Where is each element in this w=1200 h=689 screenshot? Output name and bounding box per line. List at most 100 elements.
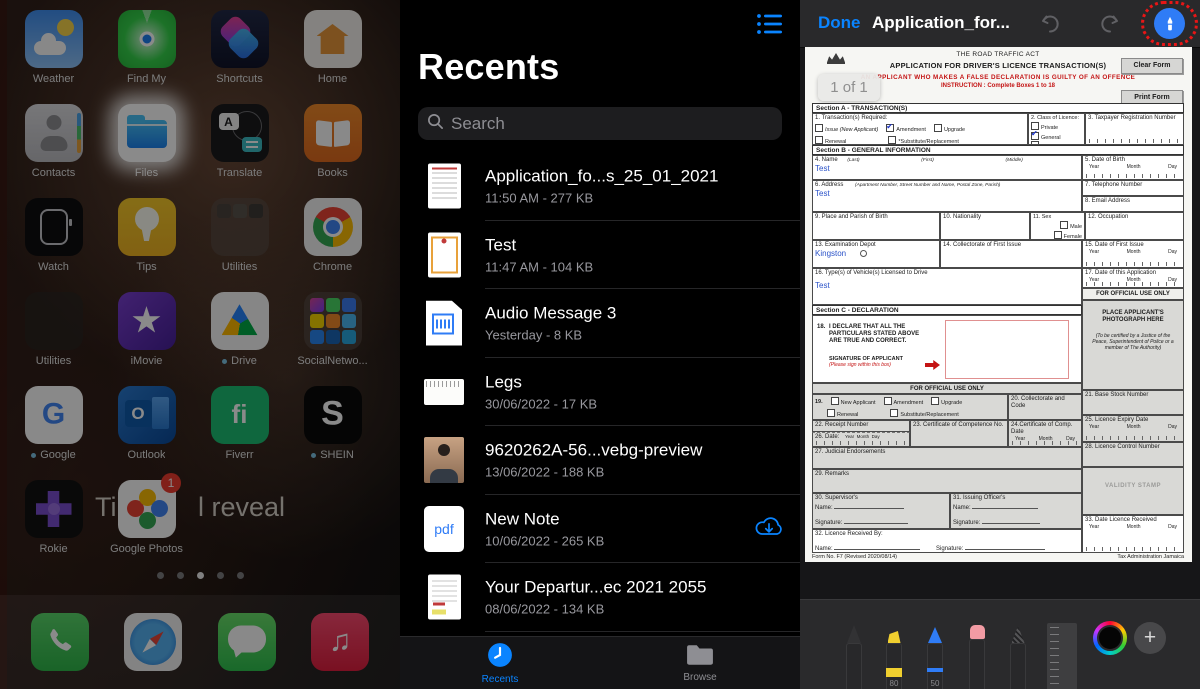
- icloud-download-icon[interactable]: [754, 514, 784, 543]
- done-button[interactable]: Done: [818, 13, 861, 33]
- field-examination-depot[interactable]: 13. Examination Depot Kingston: [812, 240, 940, 268]
- field-place-of-birth[interactable]: 9. Place and Parish of Birth: [812, 212, 940, 240]
- home-page-dots[interactable]: [0, 572, 400, 579]
- checkbox-renewal[interactable]: [815, 136, 823, 144]
- app-google-photos[interactable]: 1 Google Photos: [100, 480, 193, 574]
- field-address[interactable]: 6. Address (Apartment Number, Street Num…: [812, 180, 1082, 212]
- app-tips[interactable]: Tips: [100, 198, 193, 292]
- checkbox-amendment-checked[interactable]: [886, 124, 894, 132]
- field-32-licence-received: 32. Licence Received By: Name: Signature…: [812, 529, 1082, 553]
- field-taxpayer-number[interactable]: 3. Taxpayer Registration Number: [1085, 113, 1184, 145]
- app-files[interactable]: Files: [100, 104, 193, 198]
- app-outlook[interactable]: O Outlook: [100, 386, 193, 480]
- checkbox-19-substitute[interactable]: [890, 409, 898, 417]
- pen-tool[interactable]: [846, 625, 862, 689]
- checkbox-19-renewal[interactable]: [827, 409, 835, 417]
- redo-icon[interactable]: [1098, 12, 1122, 36]
- field-name[interactable]: 4. Name (Last) (First) (Middle) Test: [812, 155, 1082, 180]
- safari-app-icon[interactable]: [124, 613, 182, 671]
- file-row-legs[interactable]: Legs 30/06/2022 - 17 KB: [400, 358, 800, 427]
- checkbox-19-upgrade[interactable]: [931, 397, 939, 405]
- field-vehicle-types[interactable]: 16. Type(s) of Vehicle(s) Licensed to Dr…: [812, 268, 1082, 305]
- signature-box[interactable]: [945, 320, 1069, 379]
- checkbox-issue[interactable]: [815, 124, 823, 132]
- checkbox-19-amendment[interactable]: [884, 397, 892, 405]
- file-row-audio-message[interactable]: Audio Message 3 Yesterday - 8 KB: [400, 289, 800, 358]
- checkbox-male[interactable]: [1060, 221, 1068, 229]
- search-input[interactable]: Search: [418, 107, 782, 140]
- depot-picker-icon[interactable]: [860, 250, 867, 257]
- app-imovie[interactable]: ★ iMovie: [100, 292, 193, 386]
- app-books[interactable]: Books: [286, 104, 379, 198]
- list-view-button[interactable]: [756, 12, 784, 36]
- field-date-of-application[interactable]: 17. Date of this Application YearMonthDa…: [1082, 268, 1184, 288]
- file-row-new-note[interactable]: pdf New Note 10/06/2022 - 265 KB: [400, 495, 800, 564]
- page-dot: [217, 572, 224, 579]
- messages-app-icon[interactable]: [218, 613, 276, 671]
- page-dot-active: [197, 572, 204, 579]
- folder-socialnetwork[interactable]: SocialNetwo...: [286, 292, 379, 386]
- app-label: Translate: [217, 167, 262, 179]
- tab-browse[interactable]: Browse: [600, 637, 800, 689]
- checkbox-upgrade[interactable]: [934, 124, 942, 132]
- music-app-icon[interactable]: ♫: [311, 613, 369, 671]
- checkbox-female[interactable]: [1054, 231, 1062, 239]
- address-value: Test: [815, 189, 1079, 198]
- app-google[interactable]: G Google: [7, 386, 100, 480]
- ruler-tool[interactable]: [1047, 623, 1077, 689]
- phone-app-icon[interactable]: [31, 613, 89, 671]
- app-shortcuts[interactable]: Shortcuts: [193, 10, 286, 104]
- file-row-departure[interactable]: Your Departur...ec 2021 2055 08/06/2022 …: [400, 563, 800, 632]
- markup-pen-button[interactable]: [1154, 8, 1185, 39]
- undo-icon[interactable]: [1038, 12, 1062, 36]
- app-shein[interactable]: S SHEIN: [286, 386, 379, 480]
- drive-app-icon: [211, 292, 269, 350]
- checkbox-substitute[interactable]: [888, 136, 896, 144]
- file-row-application-form[interactable]: Application_fo...s_25_01_2021 11:50 AM -…: [400, 152, 800, 221]
- file-name: Legs: [485, 372, 597, 392]
- app-drive[interactable]: Drive: [193, 292, 286, 386]
- tips-app-icon: [118, 198, 176, 256]
- app-contacts[interactable]: Contacts: [7, 104, 100, 198]
- file-thumbnail: [424, 232, 464, 277]
- translate-app-icon: A: [211, 104, 269, 162]
- checkbox-general-checked[interactable]: [1031, 132, 1039, 140]
- app-label: Books: [317, 167, 348, 179]
- folder-utilities[interactable]: Utilities: [193, 198, 286, 292]
- app-chrome[interactable]: Chrome: [286, 198, 379, 292]
- markup-toolbar: 80 50 +: [800, 599, 1200, 689]
- file-meta: 10/06/2022 - 265 KB: [485, 533, 604, 548]
- name-value: Test: [815, 164, 1079, 173]
- app-weather[interactable]: Weather: [7, 10, 100, 104]
- field-occupation[interactable]: 12. Occupation: [1085, 212, 1184, 240]
- app-translate[interactable]: A Translate: [193, 104, 286, 198]
- file-meta: 11:50 AM - 277 KB: [485, 191, 718, 206]
- field-date-of-birth[interactable]: 5. Date of Birth YearMonthDay: [1082, 155, 1184, 180]
- tab-recents[interactable]: Recents: [400, 637, 600, 689]
- file-name: New Note: [485, 509, 604, 529]
- clear-form-button[interactable]: Clear Form: [1121, 58, 1183, 74]
- field-date-first-issue[interactable]: 15. Date of First Issue YearMonthDay: [1082, 240, 1184, 268]
- app-fiverr[interactable]: fi Fiverr: [193, 386, 286, 480]
- field-19-transactions: 19. New Applicant Amendment Upgrade Rene…: [812, 394, 1008, 420]
- app-watch[interactable]: Watch: [7, 198, 100, 292]
- field-30-supervisor: 30. Supervisor's Name: Signature:: [812, 493, 950, 529]
- app-findmy[interactable]: Find My: [100, 10, 193, 104]
- file-row-photo-preview[interactable]: 9620262A-56...vebg-preview 13/06/2022 - …: [400, 426, 800, 495]
- checkbox-19-new[interactable]: [831, 397, 839, 405]
- eraser-tool[interactable]: [969, 625, 985, 689]
- app-label: Shortcuts: [216, 73, 262, 85]
- file-thumbnail: [424, 379, 464, 405]
- field-email[interactable]: 8. Email Address: [1082, 196, 1184, 212]
- color-picker-wheel[interactable]: [1093, 621, 1127, 655]
- app-home[interactable]: Home: [286, 10, 379, 104]
- home-screen-panel: Tim l reveal Weather Find My Shortcuts H…: [0, 0, 400, 689]
- field-nationality[interactable]: 10. Nationality: [940, 212, 1030, 240]
- app-rokie[interactable]: Rokie: [7, 480, 100, 574]
- file-row-test[interactable]: Test 11:47 AM - 104 KB: [400, 221, 800, 290]
- field-telephone[interactable]: 7. Telephone Number: [1082, 180, 1184, 196]
- field-collectorate-first-issue[interactable]: 14. Collectorate of First Issue: [940, 240, 1082, 268]
- folder-utilities-2[interactable]: Utilities: [7, 292, 100, 386]
- add-tool-button[interactable]: +: [1134, 622, 1166, 654]
- lasso-pencil-tool[interactable]: [1010, 626, 1026, 689]
